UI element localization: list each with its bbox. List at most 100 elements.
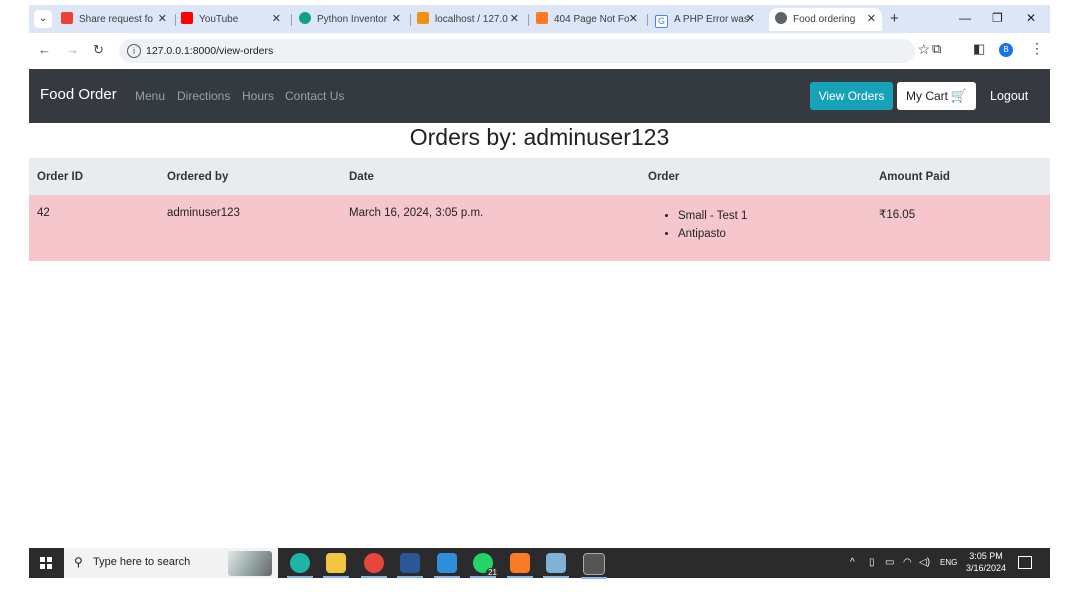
reload-icon[interactable]: ↻	[93, 42, 104, 58]
side-panel-icon[interactable]: ◧	[973, 41, 985, 57]
edge-icon[interactable]	[287, 553, 313, 578]
tab-title: YouTube	[199, 14, 239, 25]
logout-link[interactable]: Logout	[990, 89, 1028, 103]
orders-table: Order ID Ordered by Date Order Amount Pa…	[29, 158, 1050, 261]
file-explorer-icon[interactable]	[323, 553, 349, 578]
tab-phpmyadmin[interactable]: localhost / 127.0 ✕	[417, 8, 525, 31]
list-item: Small - Test 1	[678, 207, 871, 225]
tab-php-error[interactable]: G A PHP Error was ✕	[655, 8, 761, 31]
terminal-icon[interactable]	[581, 553, 607, 579]
order-items: Small - Test 1 Antipasto	[640, 195, 871, 261]
notification-icon[interactable]	[1018, 556, 1032, 569]
tab-food-ordering[interactable]: Food ordering ✕	[769, 8, 882, 31]
back-icon[interactable]: ←	[38, 42, 51, 57]
site-navbar: Food Order Menu Directions Hours Contact…	[29, 69, 1050, 123]
globe-icon	[775, 12, 787, 24]
windows-start-icon[interactable]	[40, 557, 52, 569]
nav-hours[interactable]: Hours	[242, 89, 274, 103]
column-header: Date	[341, 158, 640, 195]
address-bar: ← → ↻ i 127.0.0.1:8000/view-orders ☆	[29, 33, 1050, 69]
amount-paid: ₹16.05	[871, 195, 1050, 261]
nav-contact[interactable]: Contact Us	[285, 89, 344, 103]
site-brand[interactable]: Food Order	[40, 86, 117, 103]
battery-icon[interactable]: ▯	[869, 548, 875, 578]
extensions-icon[interactable]: ⧉	[932, 41, 941, 57]
taskbar-clock[interactable]: 3:05 PM 3/16/2024	[966, 550, 1006, 574]
tab-404[interactable]: 404 Page Not Fo ✕	[536, 8, 644, 31]
tab-gmail[interactable]: Share request fo ✕	[61, 8, 173, 31]
bookmark-star-icon[interactable]: ☆	[917, 41, 930, 58]
network-icon[interactable]: ▭	[885, 548, 894, 578]
column-header: Order ID	[29, 158, 159, 195]
clock-date: 3/16/2024	[966, 563, 1007, 573]
xampp-icon	[536, 12, 548, 24]
vscode-icon[interactable]	[434, 553, 460, 578]
close-icon[interactable]: ✕	[629, 8, 638, 31]
close-icon[interactable]: ✕	[158, 8, 167, 31]
clock-time: 3:05 PM	[969, 551, 1003, 561]
close-window-icon[interactable]: ✕	[1026, 11, 1036, 25]
order-items-list: Small - Test 1 Antipasto	[648, 207, 871, 243]
table-row: 42 adminuser123 March 16, 2024, 3:05 p.m…	[29, 195, 1050, 261]
ordered-by: adminuser123	[159, 195, 341, 261]
whatsapp-icon[interactable]: 21	[470, 553, 499, 578]
volume-icon[interactable]: ◁)	[919, 548, 930, 578]
forward-icon[interactable]: →	[66, 42, 79, 57]
nav-directions[interactable]: Directions	[177, 89, 230, 103]
youtube-icon	[181, 12, 193, 24]
cart-icon: 🛒	[950, 88, 967, 103]
close-icon[interactable]: ✕	[746, 8, 755, 31]
profile-avatar[interactable]: B	[999, 43, 1013, 57]
tray-chevron-icon[interactable]: ^	[850, 548, 855, 578]
tab-title: A PHP Error was	[674, 14, 749, 25]
taskbar-search-input[interactable]: ⚲ Type here to search	[64, 548, 278, 578]
tab-title: Share request fo	[79, 14, 153, 25]
site-info-icon[interactable]: i	[127, 44, 141, 58]
language-indicator[interactable]: ENG	[940, 548, 957, 578]
new-tab-icon[interactable]: +	[890, 10, 899, 27]
google-icon: G	[655, 15, 668, 28]
tab-youtube[interactable]: YouTube ✕	[181, 8, 287, 31]
order-id: 42	[29, 195, 159, 261]
table-header-row: Order ID Ordered by Date Order Amount Pa…	[29, 158, 1050, 195]
my-cart-button[interactable]: My Cart 🛒	[897, 82, 976, 110]
close-icon[interactable]: ✕	[392, 8, 401, 31]
column-header: Ordered by	[159, 158, 341, 195]
word-icon[interactable]	[397, 553, 423, 578]
view-orders-button[interactable]: View Orders	[810, 82, 893, 110]
notepad-icon[interactable]	[543, 553, 569, 578]
tab-python-inventory[interactable]: Python Inventor ✕	[299, 8, 407, 31]
menu-icon[interactable]: ⋮	[1030, 40, 1044, 57]
close-icon[interactable]: ✕	[510, 8, 519, 31]
chrome-icon[interactable]	[361, 553, 387, 578]
minimize-icon[interactable]: —	[959, 11, 971, 25]
tab-search-button[interactable]: ⌄	[34, 10, 52, 28]
search-highlight-image	[228, 551, 272, 576]
whatsapp-badge: 21	[486, 568, 499, 577]
column-header: Amount Paid	[871, 158, 1050, 195]
column-header: Order	[640, 158, 871, 195]
xampp-icon[interactable]	[507, 553, 533, 578]
page-title: Orders by: adminuser123	[409, 124, 670, 150]
list-item: Antipasto	[678, 225, 871, 243]
close-icon[interactable]: ✕	[272, 8, 281, 31]
nav-menu[interactable]: Menu	[135, 89, 165, 103]
search-placeholder: Type here to search	[93, 556, 191, 568]
order-date: March 16, 2024, 3:05 p.m.	[341, 195, 640, 261]
phpmyadmin-icon	[417, 12, 429, 24]
search-icon: ⚲	[74, 555, 83, 569]
browser-window: ⌄ Share request fo ✕ YouTube ✕ Python In…	[29, 0, 1050, 578]
url-text: 127.0.0.1:8000/view-orders	[146, 45, 274, 57]
my-cart-label: My Cart	[906, 89, 948, 103]
close-icon[interactable]: ✕	[867, 8, 876, 31]
tab-title: localhost / 127.0	[435, 14, 508, 25]
tab-title: Python Inventor	[317, 14, 388, 25]
windows-taskbar: ⚲ Type here to search 21 ^ ▯ ▭ ◠ ◁) ENG …	[29, 548, 1050, 579]
chatgpt-icon	[299, 12, 311, 24]
url-input[interactable]: i 127.0.0.1:8000/view-orders ☆	[119, 39, 930, 63]
tab-title: 404 Page Not Fo	[554, 14, 630, 25]
gmail-icon	[61, 12, 73, 24]
wifi-icon[interactable]: ◠	[903, 548, 912, 578]
restore-icon[interactable]: ❐	[992, 11, 1003, 25]
tab-title: Food ordering	[793, 14, 856, 25]
